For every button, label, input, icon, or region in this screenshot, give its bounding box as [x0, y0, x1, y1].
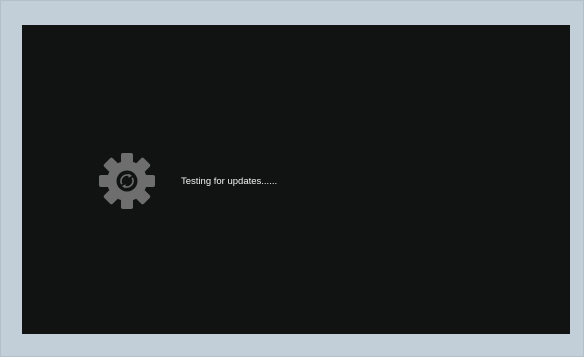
gear-sync-icon: [99, 153, 155, 209]
device-frame: Testing for updates......: [0, 0, 584, 357]
update-status-text: Testing for updates......: [181, 176, 278, 187]
update-screen: Testing for updates......: [22, 25, 570, 334]
